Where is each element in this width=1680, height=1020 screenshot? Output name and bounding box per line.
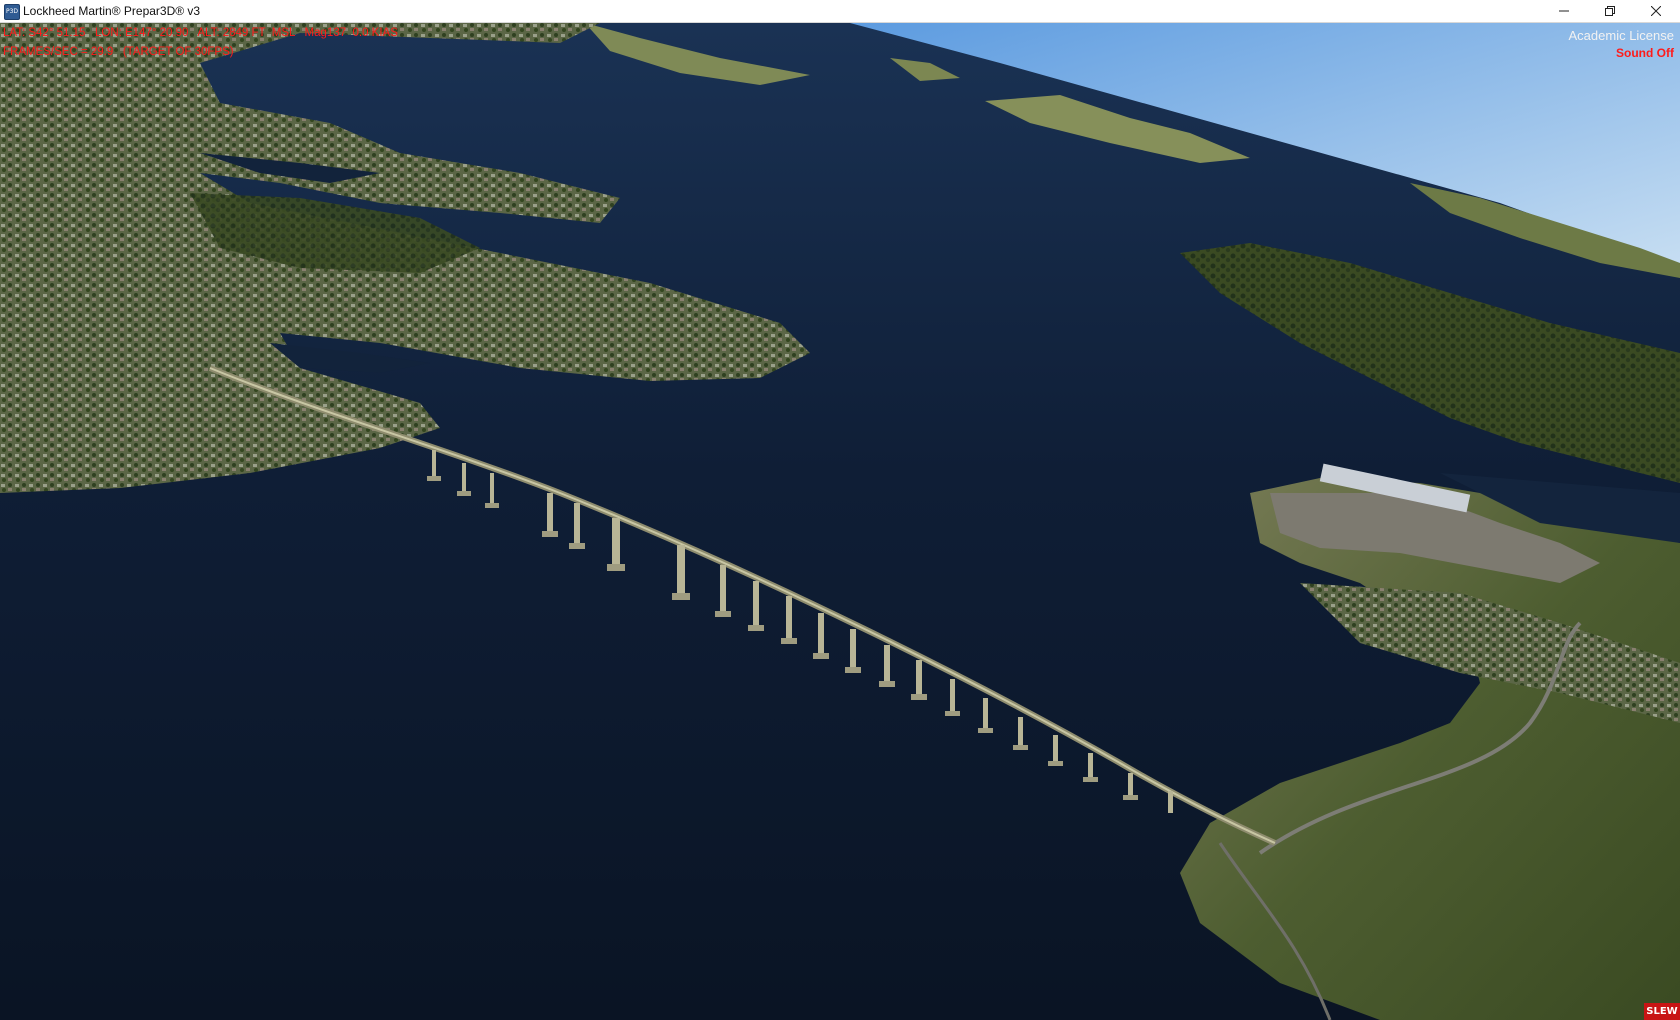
framerate-readout: FRAMES/SEC = 29.9 (TARGET OF 30FPS) (3, 46, 234, 58)
restore-button[interactable] (1587, 0, 1633, 22)
sound-status: Sound Off (1616, 46, 1674, 60)
minimize-icon (1559, 10, 1569, 12)
slew-mode-badge: SLEW (1644, 1003, 1680, 1020)
close-icon (1651, 6, 1661, 16)
close-button[interactable] (1633, 0, 1679, 22)
p3d-app-icon[interactable]: P3D (4, 4, 20, 20)
restore-icon (1605, 6, 1615, 16)
scenery-view (0, 23, 1680, 1020)
simulator-viewport[interactable]: SLEW (0, 23, 1680, 1020)
title-bar[interactable]: P3D Lockheed Martin® Prepar3D® v3 (0, 0, 1680, 23)
window-title: Lockheed Martin® Prepar3D® v3 (23, 4, 201, 18)
position-readout: LAT: S42° 51.15 LON: E147° 20.90 ALT: 28… (3, 27, 398, 39)
minimize-button[interactable] (1541, 0, 1587, 22)
license-label: Academic License (1568, 28, 1675, 43)
